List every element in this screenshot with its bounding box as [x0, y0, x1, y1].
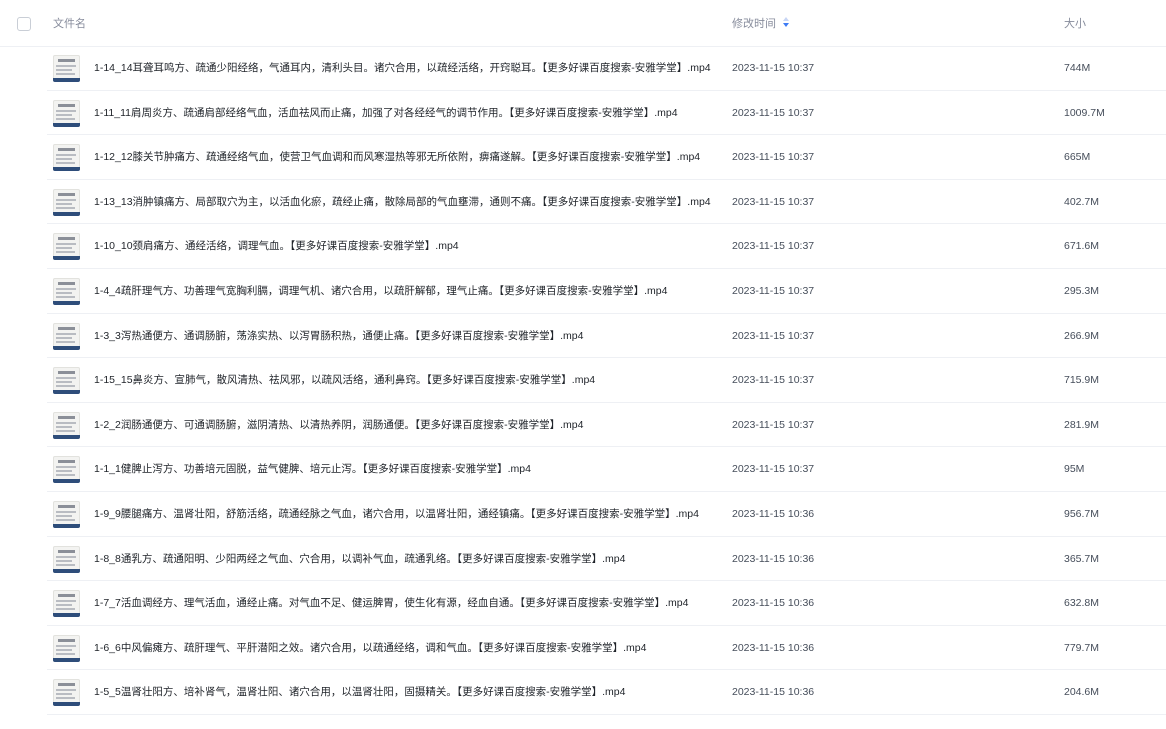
table-row[interactable]: 1-10_10颈肩痛方、通经活络，调理气血。【更多好课百度搜索-安雅学堂】.mp…	[0, 224, 1166, 269]
file-rows: 1-14_14耳聋耳鸣方、疏通少阳经络，气通耳内，清利头目。诸穴合用，以疏经活络…	[0, 46, 1166, 715]
file-modified-time: 2023-11-15 10:36	[732, 507, 815, 520]
video-thumbnail-icon[interactable]	[53, 590, 80, 618]
table-row[interactable]: 1-1_1健脾止泻方、功善培元固脱，益气健脾、培元止泻。【更多好课百度搜索-安雅…	[0, 447, 1166, 492]
file-name[interactable]: 1-9_9腰腿痛方、温肾壮阳，舒筋活络，疏通经脉之气血，诸穴合用，以温肾壮阳，通…	[94, 507, 714, 521]
file-modified-time: 2023-11-15 10:37	[732, 329, 815, 342]
file-size: 671.6M	[1064, 240, 1100, 253]
table-row[interactable]: 1-5_5温肾壮阳方、培补肾气，温肾壮阳、诸穴合用，以温肾壮阳，固摄精关。【更多…	[0, 670, 1166, 715]
file-modified-time: 2023-11-15 10:37	[732, 418, 815, 431]
file-name[interactable]: 1-4_4疏肝理气方、功善理气宽胸利膈，调理气机、诸穴合用，以疏肝解郁，理气止痛…	[94, 284, 714, 298]
table-row[interactable]: 1-11_11肩周炎方、疏通肩部经络气血，活血祛风而止痛，加强了对各经经气的调节…	[0, 91, 1166, 136]
file-size: 779.7M	[1064, 641, 1100, 654]
file-name[interactable]: 1-12_12膝关节肿痛方、疏通经络气血，使营卫气血调和而风寒湿热等邪无所依附，…	[94, 150, 714, 164]
table-row[interactable]: 1-12_12膝关节肿痛方、疏通经络气血，使营卫气血调和而风寒湿热等邪无所依附，…	[0, 135, 1166, 180]
file-name[interactable]: 1-2_2润肠通便方、可通调肠腑，滋阴清热、以清热养阴，润肠通便。【更多好课百度…	[94, 418, 714, 432]
file-size: 665M	[1064, 151, 1091, 164]
file-name[interactable]: 1-1_1健脾止泻方、功善培元固脱，益气健脾、培元止泻。【更多好课百度搜索-安雅…	[94, 462, 714, 476]
file-modified-time: 2023-11-15 10:36	[732, 597, 815, 610]
file-modified-time: 2023-11-15 10:36	[732, 686, 815, 699]
file-size: 715.9M	[1064, 374, 1100, 387]
column-header-size[interactable]: 大小	[1064, 17, 1086, 31]
file-modified-time: 2023-11-15 10:37	[732, 195, 815, 208]
sort-descending-icon[interactable]	[782, 17, 790, 29]
file-size: 402.7M	[1064, 195, 1100, 208]
row-divider	[47, 713, 1166, 715]
file-modified-time: 2023-11-15 10:37	[732, 106, 815, 119]
file-name[interactable]: 1-15_15鼻炎方、宣肺气，散风清热、祛风邪，以疏风活络，通利鼻窍。【更多好课…	[94, 373, 714, 387]
column-header-modified-time[interactable]: 修改时间	[732, 17, 790, 31]
video-thumbnail-icon[interactable]	[53, 322, 80, 350]
file-name[interactable]: 1-6_6中风偏瘫方、疏肝理气、平肝潜阳之效。诸穴合用，以疏通经络，调和气血。【…	[94, 641, 714, 655]
video-thumbnail-icon[interactable]	[53, 545, 80, 573]
select-all-checkbox[interactable]	[17, 17, 31, 31]
file-modified-time: 2023-11-15 10:37	[732, 374, 815, 387]
video-thumbnail-icon[interactable]	[53, 55, 80, 82]
video-thumbnail-icon[interactable]	[53, 99, 80, 127]
file-size: 95M	[1064, 463, 1085, 476]
video-thumbnail-icon[interactable]	[53, 456, 80, 484]
table-row[interactable]: 1-13_13消肿镇痛方、局部取穴为主，以活血化瘀，疏经止痛，散除局部的气血壅滞…	[0, 180, 1166, 225]
file-modified-time: 2023-11-15 10:37	[732, 463, 815, 476]
file-name[interactable]: 1-14_14耳聋耳鸣方、疏通少阳经络，气通耳内，清利头目。诸穴合用，以疏经活络…	[94, 61, 714, 75]
file-name[interactable]: 1-11_11肩周炎方、疏通肩部经络气血，活血祛风而止痛，加强了对各经经气的调节…	[94, 106, 714, 120]
table-row[interactable]: 1-8_8通乳方、疏通阳明、少阳两经之气血、穴合用，以调补气血，疏通乳络。【更多…	[0, 537, 1166, 582]
file-size: 365.7M	[1064, 552, 1100, 565]
file-size: 744M	[1064, 62, 1091, 74]
table-row[interactable]: 1-7_7活血调经方、理气活血，通经止痛。对气血不足、健运脾胃，使生化有源，经血…	[0, 581, 1166, 626]
table-row[interactable]: 1-2_2润肠通便方、可通调肠腑，滋阴清热、以清热养阴，润肠通便。【更多好课百度…	[0, 403, 1166, 448]
file-name[interactable]: 1-5_5温肾壮阳方、培补肾气，温肾壮阳、诸穴合用，以温肾壮阳，固摄精关。【更多…	[94, 685, 714, 699]
video-thumbnail-icon[interactable]	[53, 277, 80, 305]
file-name[interactable]: 1-10_10颈肩痛方、通经活络，调理气血。【更多好课百度搜索-安雅学堂】.mp…	[94, 239, 714, 253]
file-size: 281.9M	[1064, 418, 1100, 431]
table-row[interactable]: 1-4_4疏肝理气方、功善理气宽胸利膈，调理气机、诸穴合用，以疏肝解郁，理气止痛…	[0, 269, 1166, 314]
file-modified-time: 2023-11-15 10:36	[732, 552, 815, 565]
video-thumbnail-icon[interactable]	[53, 233, 80, 261]
video-thumbnail-icon[interactable]	[53, 634, 80, 662]
table-row[interactable]: 1-6_6中风偏瘫方、疏肝理气、平肝潜阳之效。诸穴合用，以疏通经络，调和气血。【…	[0, 626, 1166, 671]
table-row[interactable]: 1-3_3泻热通便方、通调肠腑，荡涤实热、以泻胃肠积热，通便止痛。【更多好课百度…	[0, 314, 1166, 359]
video-thumbnail-icon[interactable]	[53, 679, 80, 707]
video-thumbnail-icon[interactable]	[53, 411, 80, 439]
file-modified-time: 2023-11-15 10:36	[732, 641, 815, 654]
video-thumbnail-icon[interactable]	[53, 500, 80, 528]
file-size: 204.6M	[1064, 686, 1100, 699]
file-name[interactable]: 1-13_13消肿镇痛方、局部取穴为主，以活血化瘀，疏经止痛，散除局部的气血壅滞…	[94, 195, 714, 209]
file-modified-time: 2023-11-15 10:37	[732, 240, 815, 253]
table-row[interactable]: 1-9_9腰腿痛方、温肾壮阳，舒筋活络，疏通经脉之气血，诸穴合用，以温肾壮阳，通…	[0, 492, 1166, 537]
file-modified-time: 2023-11-15 10:37	[732, 62, 815, 74]
table-row[interactable]: 1-15_15鼻炎方、宣肺气，散风清热、祛风邪，以疏风活络，通利鼻窍。【更多好课…	[0, 358, 1166, 403]
column-header-name[interactable]: 文件名	[53, 17, 86, 31]
file-name[interactable]: 1-8_8通乳方、疏通阳明、少阳两经之气血、穴合用，以调补气血，疏通乳络。【更多…	[94, 552, 714, 566]
file-name[interactable]: 1-7_7活血调经方、理气活血，通经止痛。对气血不足、健运脾胃，使生化有源，经血…	[94, 596, 714, 610]
file-size: 1009.7M	[1064, 106, 1105, 119]
file-size: 266.9M	[1064, 329, 1100, 342]
file-modified-time: 2023-11-15 10:37	[732, 151, 815, 164]
table-row[interactable]: 1-14_14耳聋耳鸣方、疏通少阳经络，气通耳内，清利头目。诸穴合用，以疏经活络…	[0, 46, 1166, 91]
file-list-table: 文件名 修改时间 大小 1-14_14耳聋耳鸣方、疏通少阳经络，气通耳内，清利头…	[0, 0, 1166, 729]
video-thumbnail-icon[interactable]	[53, 188, 80, 216]
file-modified-time: 2023-11-15 10:37	[732, 284, 815, 297]
file-size: 956.7M	[1064, 507, 1100, 520]
video-thumbnail-icon[interactable]	[53, 144, 80, 172]
file-size: 632.8M	[1064, 597, 1100, 610]
file-size: 295.3M	[1064, 284, 1100, 297]
table-header: 文件名 修改时间 大小	[0, 0, 1166, 47]
column-header-modified-time-label: 修改时间	[732, 18, 776, 30]
file-name[interactable]: 1-3_3泻热通便方、通调肠腑，荡涤实热、以泻胃肠积热，通便止痛。【更多好课百度…	[94, 329, 714, 343]
video-thumbnail-icon[interactable]	[53, 367, 80, 395]
